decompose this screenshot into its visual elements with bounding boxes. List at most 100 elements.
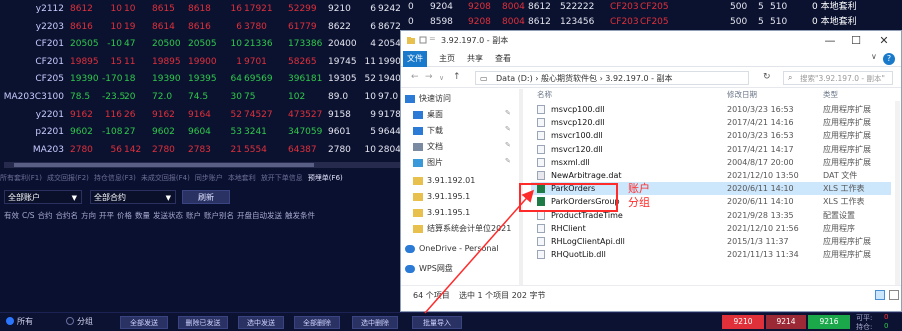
file-row[interactable]: NewArbitrage.dat 2021/12/10 13:50 DAT 文件	[531, 169, 891, 182]
quote-row[interactable]: CF201 20505 -10 47 20500 20505 10 21336 173386 20…	[0, 35, 406, 53]
file-row[interactable]: RHQuotLib.dll 2021/11/13 11:34 应用程序扩展	[531, 248, 891, 261]
column-header[interactable]: 发送状态	[153, 210, 183, 221]
column-header[interactable]: 数量	[135, 210, 150, 221]
panel-tabs: 所有套利(F1) 成交回报(F2) 持仓信息(F3) 未成交回报(F4) 同步账户 本地套…	[0, 173, 348, 185]
nav-item[interactable]: 桌面	[413, 109, 443, 121]
radio-group[interactable]	[66, 317, 74, 325]
close-button[interactable]: ✕	[873, 33, 895, 49]
scrollbar-thumb[interactable]	[14, 163, 314, 167]
file-row[interactable]: msvcp120.dll 2017/4/21 14:16 应用程序扩展	[531, 116, 891, 129]
ribbon-tab-view[interactable]: 查看	[495, 53, 511, 64]
nav-item[interactable]: 下载	[413, 125, 443, 137]
quote-cell-cvol: 17921	[244, 4, 273, 14]
panel-tab[interactable]: 未成交回报(F4)	[141, 173, 190, 183]
file-row[interactable]: msvcr100.dll 2010/3/23 16:53 应用程序扩展	[531, 129, 891, 142]
quote-grid-scrollbar[interactable]	[4, 162, 400, 168]
column-header[interactable]: 合约名	[56, 210, 79, 221]
contract-select[interactable]: 全部合约 ▼	[90, 190, 176, 204]
panel-tab[interactable]: 本地套利	[228, 173, 256, 183]
panel-tab[interactable]: 预埋单(F6)	[308, 173, 343, 183]
column-header[interactable]: 方向	[81, 210, 96, 221]
dropdown-icon[interactable]: =	[429, 34, 436, 43]
address-field[interactable]: ▭ Data (D:) › 般心期货软件包 › 3.92.197.0 - 副本	[475, 71, 749, 85]
panel-tab[interactable]: 同步账户	[195, 173, 223, 183]
refresh-button[interactable]: 刷新	[182, 190, 230, 204]
ribbon-file-tab[interactable]: 文件	[403, 51, 427, 67]
delete-all-button[interactable]: 全部删除	[294, 316, 340, 329]
column-header[interactable]: 开盘自动发送	[237, 210, 282, 221]
delete-sent-button[interactable]: 删除已发送	[178, 316, 228, 329]
file-row[interactable]: msvcp100.dll 2010/3/23 16:53 应用程序扩展	[531, 103, 891, 116]
file-row[interactable]: msvcr120.dll 2017/4/21 14:17 应用程序扩展	[531, 143, 891, 156]
help-icon[interactable]: ?	[883, 53, 895, 65]
quote-row[interactable]: MA203 2780 56 142 2780 2783 21 5554 64387 2780 10 2…	[0, 141, 401, 159]
last-price-box[interactable]: 9214	[766, 315, 806, 329]
quote-row[interactable]: y2203 8616 10 19 8614 8616 6 3780 61779 8622 6 8672	[0, 18, 401, 36]
column-header[interactable]: 触发条件	[285, 210, 315, 221]
panel-tab[interactable]: 成交回报(F2)	[47, 173, 89, 183]
ribbon-tab-home[interactable]: 主页	[439, 53, 455, 64]
chevron-down-icon[interactable]: ∨	[871, 52, 877, 61]
column-header[interactable]: 合约	[38, 210, 53, 221]
minimize-button[interactable]: —	[819, 33, 841, 49]
quote-row[interactable]: y2201 9162 116 26 9162 9164 52 74527 473527 9158 9…	[0, 106, 401, 124]
batch-import-button[interactable]: 批量导入	[412, 316, 462, 329]
send-all-button[interactable]: 全部发送	[120, 316, 168, 329]
quote-cell-lv: 11	[364, 56, 376, 67]
column-header[interactable]: 开平	[99, 210, 114, 221]
details-view-icon[interactable]	[875, 290, 885, 300]
maximize-button[interactable]: ☐	[845, 33, 867, 49]
arbitrage-row[interactable]: 0 9204 9208 8004 8612 522222 CF203 CF205 500 5 510…	[400, 0, 902, 14]
delete-selected-button[interactable]: 选中删除	[352, 316, 398, 329]
large-icons-view-icon[interactable]	[889, 290, 899, 300]
nav-item[interactable]: 快速访问	[405, 93, 451, 105]
column-type[interactable]: 类型	[823, 89, 838, 100]
panel-tab[interactable]: 所有套利(F1)	[0, 173, 42, 183]
recent-dropdown-icon[interactable]: ∨	[439, 74, 444, 82]
properties-icon[interactable]	[419, 36, 427, 44]
column-header[interactable]: 账户	[186, 210, 201, 221]
file-row[interactable]: RHLogClientApi.dll 2015/1/3 11:37 应用程序扩展	[531, 235, 891, 248]
quote-cell-price: 20505	[70, 39, 99, 50]
quote-row[interactable]: CF201 19895 15 11 19895 19900 1 9701 58265 19745 1…	[0, 53, 406, 71]
ask-price-box[interactable]: 9216	[808, 315, 850, 329]
panel-tab[interactable]: 放开下单信息	[261, 173, 303, 183]
file-list-scrollbar[interactable]	[895, 101, 900, 285]
panel-tab[interactable]: 持仓信息(F3)	[94, 173, 136, 183]
nav-item-label: 3.91.195.1	[427, 192, 471, 201]
nav-item[interactable]: OneDrive - Personal	[405, 243, 499, 255]
bottom-toolbar: 所有 分组 全部发送 删除已发送 选中发送 全部删除 选中删除 批量导入 921…	[0, 312, 902, 331]
back-icon[interactable]: ←	[411, 72, 419, 82]
radio-all[interactable]	[6, 317, 14, 325]
account-select[interactable]: 全部账户 ▼	[4, 190, 82, 204]
quote-row[interactable]: MA203C3100 78.5 -23.5 20 72.0 74.5 30 75 102 89.0…	[0, 88, 400, 106]
file-row[interactable]: RHClient 2021/12/10 21:56 应用程序	[531, 222, 891, 235]
arbitrage-cell-c: 9208	[468, 17, 491, 27]
arbitrage-row[interactable]: 0 8598 9208 8004 8612 123456 CF203 CF205 500 5 510…	[400, 15, 902, 29]
column-name[interactable]: 名称	[537, 89, 552, 100]
quote-row[interactable]: p2201 9602 -108 27 9602 9604 53 3241 347059 9601 5…	[0, 123, 401, 141]
quote-row[interactable]: CF205 19390 -170 18 19390 19395 64 69569 396181 1…	[0, 70, 406, 88]
file-row[interactable]: msxml.dll 2004/8/17 20:00 应用程序扩展	[531, 156, 891, 169]
nav-item[interactable]: 3.91.192.01	[413, 175, 475, 187]
column-header[interactable]: C/S	[22, 211, 35, 220]
column-header[interactable]: 账户别名	[204, 210, 234, 221]
column-date[interactable]: 修改日期	[727, 89, 757, 100]
search-field[interactable]: ⌕ 搜索"3.92.197.0 - 副本"	[783, 71, 893, 85]
column-header[interactable]: 价格	[117, 210, 132, 221]
nav-item[interactable]: 结算系统会计单位2021	[413, 223, 511, 235]
bid-price-box[interactable]: 9210	[722, 315, 764, 329]
nav-item[interactable]: 3.91.195.1	[413, 207, 470, 219]
up-icon[interactable]: ↑	[453, 72, 461, 82]
nav-item[interactable]: 3.91.195.1	[413, 191, 470, 203]
ribbon-tab-share[interactable]: 共享	[467, 53, 483, 64]
send-selected-button[interactable]: 选中发送	[238, 316, 284, 329]
quote-row[interactable]: y2112 8612 10 10 8615 8618 16 17921 52299 9210 6 92…	[0, 0, 401, 18]
forward-icon[interactable]: →	[425, 72, 433, 82]
refresh-icon[interactable]: ↻	[763, 72, 771, 82]
column-header[interactable]: 有效	[4, 210, 19, 221]
file-date: 2020/6/11 14:10	[727, 197, 794, 207]
nav-item[interactable]: WPS网盘	[405, 263, 453, 275]
nav-item[interactable]: 图片	[413, 157, 443, 169]
nav-item[interactable]: 文档	[413, 141, 443, 153]
